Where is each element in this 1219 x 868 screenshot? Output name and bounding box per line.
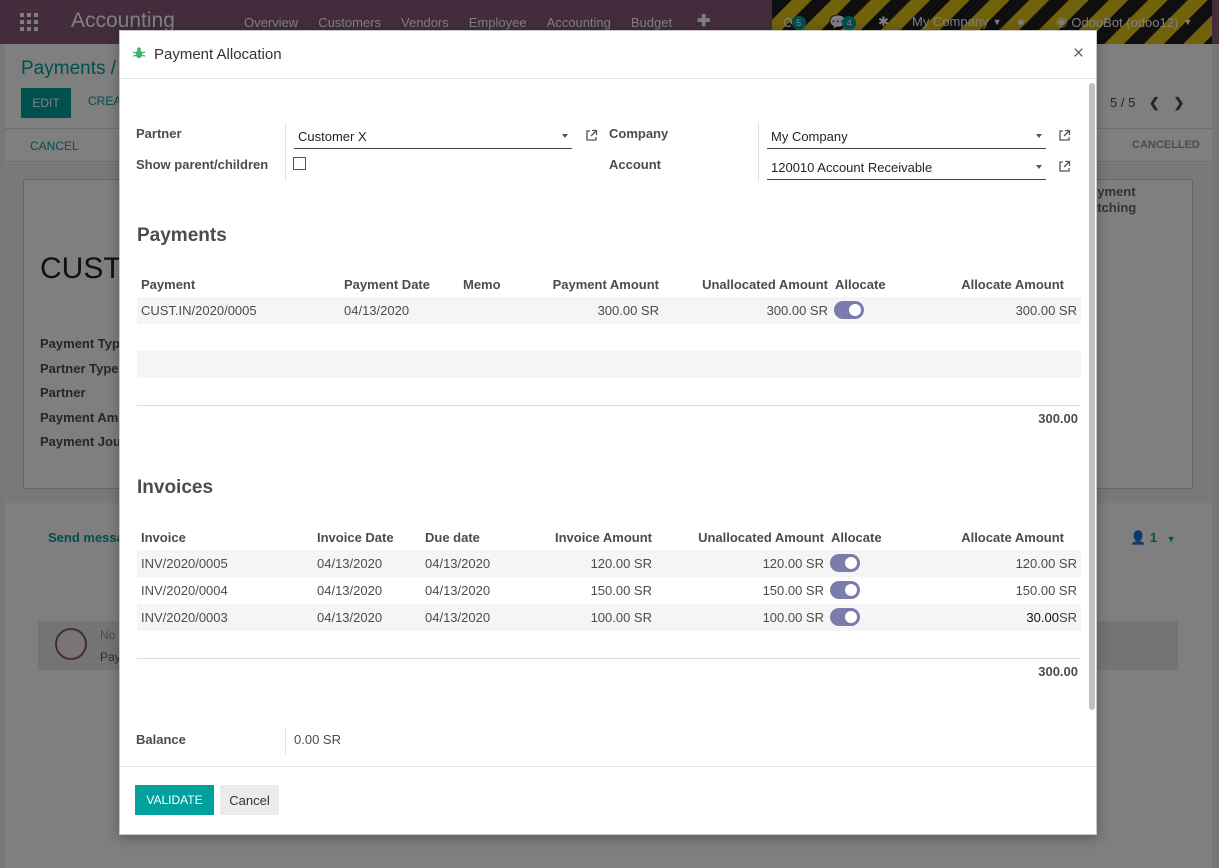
allocate-amount-cell[interactable]: 30.00SR — [897, 610, 1077, 625]
column-header[interactable]: Payment Date — [344, 277, 430, 292]
invoice-amount-cell: 120.00 SR — [590, 556, 652, 571]
table-row-empty — [137, 324, 1081, 351]
bug-icon — [132, 47, 146, 59]
company-field[interactable]: My Company — [767, 123, 1046, 149]
balance-label: Balance — [136, 732, 186, 747]
allocate-toggle[interactable] — [830, 581, 860, 599]
column-header[interactable]: Payment Amount — [517, 277, 659, 292]
invoice-date-cell: 04/13/2020 — [317, 583, 383, 598]
dialog-header: Payment Allocation × — [120, 31, 1096, 79]
column-header[interactable]: Allocate Amount — [897, 530, 1064, 545]
dialog-footer: VALIDATE Cancel — [120, 766, 1096, 836]
allocate-toggle[interactable] — [830, 554, 860, 572]
column-header[interactable]: Invoice Amount — [517, 530, 652, 545]
invoice-cell: INV/2020/0004 — [141, 583, 228, 598]
column-header[interactable]: Invoice — [141, 530, 186, 545]
column-header[interactable]: Allocate Amount — [897, 277, 1064, 292]
close-icon[interactable]: × — [1073, 43, 1084, 65]
allocate-amount-cell[interactable]: 120.00 SR — [897, 556, 1077, 571]
column-header[interactable]: Allocate — [831, 530, 882, 545]
invoice-cell: INV/2020/0003 — [141, 610, 228, 625]
payment-date-cell: 04/13/2020 — [344, 303, 410, 318]
allocate-toggle[interactable] — [830, 608, 860, 626]
due-date-cell: 04/13/2020 — [425, 610, 491, 625]
cancel-button[interactable]: Cancel — [220, 785, 279, 815]
payment-allocation-dialog: Payment Allocation × Partner Show parent… — [119, 30, 1097, 835]
payments-section-title: Payments — [137, 225, 227, 246]
chevron-down-icon — [1036, 165, 1042, 169]
payments-table: Payment Payment Date Memo Payment Amount… — [137, 275, 1081, 415]
invoices-table: Invoice Invoice Date Due date Invoice Am… — [137, 528, 1081, 638]
validate-button[interactable]: VALIDATE — [135, 785, 214, 815]
column-header[interactable]: Invoice Date — [317, 530, 394, 545]
allocate-amount-cell[interactable]: 150.00 SR — [897, 583, 1077, 598]
dialog-title: Payment Allocation — [154, 46, 282, 63]
chevron-down-icon — [562, 134, 568, 138]
column-header[interactable]: Due date — [425, 530, 480, 545]
invoice-date-cell: 04/13/2020 — [317, 556, 383, 571]
due-date-cell: 04/13/2020 — [425, 556, 491, 571]
invoices-total: 300.00 — [1038, 664, 1078, 679]
table-row[interactable]: INV/2020/0003 04/13/2020 04/13/2020 100.… — [137, 604, 1081, 631]
table-row[interactable]: INV/2020/0004 04/13/2020 04/13/2020 150.… — [137, 577, 1081, 604]
external-link-icon[interactable] — [585, 129, 598, 142]
chevron-down-icon — [1036, 134, 1042, 138]
column-header[interactable]: Unallocated Amount — [677, 277, 828, 292]
table-footer-divider — [137, 405, 1081, 406]
column-header[interactable]: Unallocated Amount — [672, 530, 824, 545]
invoices-section-title: Invoices — [137, 477, 214, 498]
table-row-empty — [137, 351, 1081, 378]
invoice-amount-cell: 100.00 SR — [590, 610, 652, 625]
field-divider — [758, 123, 759, 181]
unallocated-amount-cell: 150.00 SR — [762, 583, 824, 598]
allocate-toggle[interactable] — [834, 301, 864, 319]
show-parent-children-checkbox[interactable] — [293, 157, 306, 170]
partner-value: Customer X — [298, 129, 367, 144]
show-parent-children-label: Show parent/children — [136, 157, 269, 172]
account-value: 120010 Account Receivable — [771, 160, 933, 175]
account-field[interactable]: 120010 Account Receivable — [767, 154, 1046, 180]
unallocated-amount-cell: 100.00 SR — [762, 610, 824, 625]
column-header[interactable]: Allocate — [835, 277, 886, 292]
allocate-amount-cell[interactable]: 300.00 SR — [897, 303, 1077, 318]
external-link-icon[interactable] — [1058, 160, 1071, 173]
payments-total: 300.00 — [1038, 411, 1078, 426]
partner-label: Partner — [136, 126, 182, 141]
column-header[interactable]: Payment — [141, 277, 195, 292]
balance-value: 0.00 SR — [294, 732, 341, 747]
allocate-amount-input[interactable]: 30.00 — [1026, 610, 1059, 625]
scrollbar[interactable] — [1089, 83, 1095, 710]
invoice-amount-cell: 150.00 SR — [590, 583, 652, 598]
invoice-date-cell: 04/13/2020 — [317, 610, 383, 625]
field-divider — [285, 728, 286, 754]
payment-cell: CUST.IN/2020/0005 — [141, 303, 257, 318]
currency-label: SR — [1058, 610, 1077, 625]
company-label: Company — [609, 126, 669, 141]
table-row[interactable]: INV/2020/0005 04/13/2020 04/13/2020 120.… — [137, 550, 1081, 577]
field-divider — [285, 123, 286, 181]
due-date-cell: 04/13/2020 — [425, 583, 491, 598]
table-row[interactable]: CUST.IN/2020/0005 04/13/2020 300.00 SR 3… — [137, 297, 1081, 324]
payment-amount-cell: 300.00 SR — [597, 303, 659, 318]
account-label: Account — [609, 157, 661, 172]
external-link-icon[interactable] — [1058, 129, 1071, 142]
table-footer-divider — [137, 658, 1081, 659]
invoice-cell: INV/2020/0005 — [141, 556, 228, 571]
unallocated-amount-cell: 300.00 SR — [766, 303, 828, 318]
unallocated-amount-cell: 120.00 SR — [762, 556, 824, 571]
partner-field[interactable]: Customer X — [294, 123, 572, 149]
company-value: My Company — [771, 129, 848, 144]
column-header[interactable]: Memo — [463, 277, 501, 292]
